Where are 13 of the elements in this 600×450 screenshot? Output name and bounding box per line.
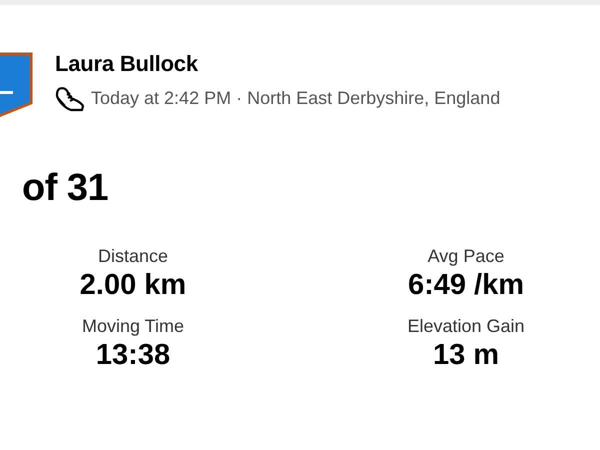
stat-value: 13 m <box>432 338 500 373</box>
stat-value: 13:38 <box>94 338 172 373</box>
activity-title: of 31 <box>22 169 108 207</box>
athlete-name[interactable]: Laura Bullock <box>55 51 500 78</box>
stat-label: Avg Pace <box>426 246 506 268</box>
shoe-icon <box>55 86 85 112</box>
stat-value: 2.00 km <box>78 268 188 302</box>
stat-label: Distance <box>96 246 170 268</box>
stat-label: Moving Time <box>80 316 186 338</box>
stat-label: Elevation Gain <box>406 316 526 338</box>
badge-icon <box>0 51 33 119</box>
activity-meta: Today at 2:42 PM · North East Derbyshire, England <box>91 87 500 110</box>
stat-value: 6:49 /km <box>406 268 526 302</box>
